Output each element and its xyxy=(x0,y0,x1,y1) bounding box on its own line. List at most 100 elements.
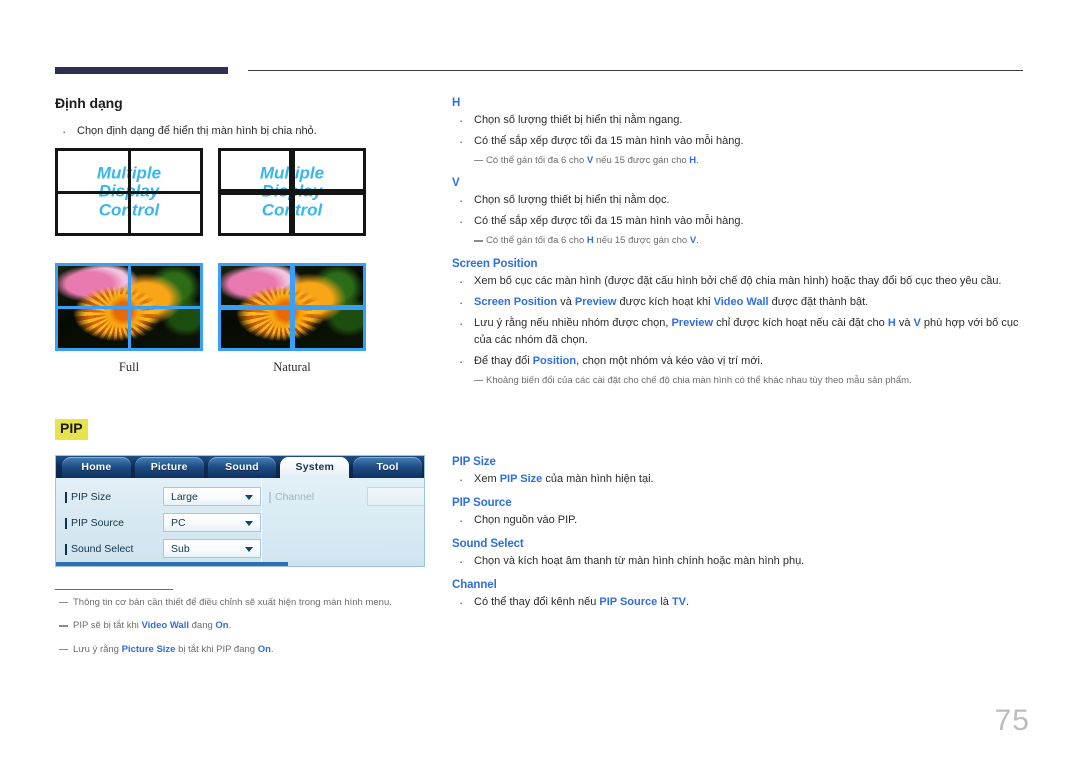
pip-section-badge: PIP xyxy=(55,419,88,440)
footnote-3-mid: bị tắt khi PIP đang xyxy=(175,643,258,655)
diagram-full-photo: Full xyxy=(55,263,203,375)
footnote-1-text: Thông tin cơ bản cần thiết để điều chỉnh… xyxy=(73,597,392,608)
list-item: Có thể thay đổi kênh nếu PIP Source là T… xyxy=(452,593,1027,613)
chevron-down-icon xyxy=(245,546,253,552)
footnote-3-term-picture-size: Picture Size xyxy=(121,643,176,655)
label-channel: Channel xyxy=(268,491,367,503)
page-number: 75 xyxy=(994,704,1030,737)
select-sound-select[interactable]: Sub xyxy=(163,539,261,558)
note-v: Có thể gán tối đa 6 cho H nếu 15 được gá… xyxy=(452,234,1027,248)
video-wall-full-photo xyxy=(55,263,203,351)
heading-pip-source: PIP Source xyxy=(452,497,512,510)
text-and: và xyxy=(557,295,575,308)
list-item: Xem bố cục các màn hình (được đặt cấu hì… xyxy=(452,272,1027,292)
stepper-channel[interactable] xyxy=(367,487,424,506)
wall-divider-horizontal xyxy=(58,190,200,194)
select-sound-select-value: Sub xyxy=(171,542,190,555)
select-pip-source[interactable]: PC xyxy=(163,513,261,532)
term-v: V xyxy=(913,316,921,329)
list-item: Screen Position và Preview được kích hoạ… xyxy=(452,293,1027,313)
v-bullet-list: Chọn số lượng thiết bị hiển thị nằm dọc.… xyxy=(452,191,1027,232)
term-h: H xyxy=(887,316,896,329)
pip-size-bullet-list: Xem PIP Size của màn hình hiện tại. xyxy=(452,470,1027,490)
osd-tab-bar: Home Picture Sound System Tool xyxy=(56,456,424,478)
footnote-1: Thông tin cơ bản cần thiết để điều chỉnh… xyxy=(55,596,435,610)
list-item: Để thay đổi Position, chọn một nhóm và k… xyxy=(452,352,1027,372)
tab-tool[interactable]: Tool xyxy=(353,457,422,478)
term-position: Position xyxy=(532,354,577,367)
footnote-2-post: . xyxy=(228,620,232,632)
tab-system[interactable]: System xyxy=(280,457,350,478)
osd-left-pane: PIP Size Large PIP Source PC Sound Selec… xyxy=(56,478,261,566)
header-rule xyxy=(248,70,1023,71)
osd-row-pip-source: PIP Source PC xyxy=(64,513,261,532)
footnote-2: PIP sẽ bị tắt khi Video Wall đang On. xyxy=(55,619,435,633)
term-video-wall: Video Wall xyxy=(713,295,769,308)
list-item: Có thể sắp xếp được tối đa 15 màn hình v… xyxy=(452,212,1027,232)
channel-bullet-list: Có thể thay đổi kênh nếu PIP Source là T… xyxy=(452,593,1027,613)
text-note-pre: Lưu ý rằng nếu nhiều nhóm được chọn, xyxy=(474,316,672,329)
term-pip-source: PIP Source xyxy=(599,596,658,609)
note-v-post: . xyxy=(696,235,699,247)
osd-row-channel: Channel xyxy=(268,487,424,506)
footnote-3-post: . xyxy=(270,643,274,655)
heading-h: H xyxy=(452,97,461,109)
video-wall-full-text: Multiple Display Control xyxy=(55,148,203,236)
format-bullet-list: Chọn định dạng để hiển thị màn hình bị c… xyxy=(55,122,435,142)
term-preview: Preview xyxy=(574,295,617,308)
footnote-2-term-on: On xyxy=(215,620,229,632)
footnote-rule xyxy=(55,589,173,590)
wall-divider-horizontal xyxy=(58,305,200,309)
select-pip-size[interactable]: Large xyxy=(163,487,261,506)
heading-v: V xyxy=(452,177,460,190)
text-note-and: và xyxy=(895,316,914,329)
text-view: Xem xyxy=(474,473,500,485)
right-column-pip: PIP Size Xem PIP Size của màn hình hiện … xyxy=(452,456,1027,615)
footnote-2-mid: đang xyxy=(189,620,216,632)
list-item: Chọn nguồn vào PIP. xyxy=(452,511,1027,531)
osd-progress-bar xyxy=(56,562,424,566)
diagram-caption-natural: Natural xyxy=(273,360,311,374)
select-pip-size-value: Large xyxy=(171,490,198,503)
note-h-pre: Có thể gán tối đa 6 cho xyxy=(486,155,587,167)
select-pip-source-value: PC xyxy=(171,516,186,529)
tab-home[interactable]: Home xyxy=(62,457,131,478)
term-preview: Preview xyxy=(671,316,714,329)
sound-select-bullet-list: Chọn và kích hoạt âm thanh từ màn hình c… xyxy=(452,552,1027,572)
chevron-down-icon xyxy=(245,520,253,526)
term-screen-position: Screen Position xyxy=(474,295,558,308)
tab-picture[interactable]: Picture xyxy=(134,457,204,478)
diagram-natural-photo: Natural xyxy=(218,263,366,375)
footnote-3: Lưu ý rằng Picture Size bị tắt khi PIP đ… xyxy=(55,643,435,657)
heading-sound-select: Sound Select xyxy=(452,538,524,551)
text-current-screen: của màn hình hiện tại. xyxy=(542,473,654,485)
text-note-mid1: chỉ được kích hoạt nếu cài đặt cho xyxy=(713,316,888,329)
osd-menu-panel: Home Picture Sound System Tool PIP Size … xyxy=(55,455,425,567)
note-h-mid: nếu 15 được gán cho xyxy=(593,155,690,167)
tab-sound[interactable]: Sound xyxy=(207,457,277,478)
text-activated-when: được kích hoạt khi xyxy=(616,295,714,308)
footnote-2-pre: PIP sẽ bị tắt khi xyxy=(73,620,142,632)
osd-right-pane: Channel xyxy=(261,478,424,566)
video-wall-natural-text: Multiple Display Control xyxy=(218,148,366,236)
list-item: Chọn và kích hoạt âm thanh từ màn hình c… xyxy=(452,552,1027,572)
list-item: Lưu ý rằng nếu nhiều nhóm được chọn, Pre… xyxy=(452,314,1027,349)
video-wall-natural-photo xyxy=(218,263,366,351)
footnote-group: Thông tin cơ bản cần thiết để điều chỉnh… xyxy=(55,596,435,666)
list-item: Có thể sắp xếp được tối đa 15 màn hình v… xyxy=(452,132,1027,152)
right-column: H Chọn số lượng thiết bị hiển thị nằm ng… xyxy=(452,97,1027,393)
note-v-pre: Có thể gán tối đa 6 cho xyxy=(486,235,587,247)
footnote-2-term-video-wall: Video Wall xyxy=(141,620,189,632)
term-tv: TV xyxy=(671,596,687,609)
list-item: Xem PIP Size của màn hình hiện tại. xyxy=(452,470,1027,490)
osd-row-pip-size: PIP Size Large xyxy=(64,487,261,506)
list-item: Chọn số lượng thiết bị hiển thị nằm dọc. xyxy=(452,191,1027,211)
wall-divider-horizontal xyxy=(221,304,363,310)
diagram-full-text: Multiple Display Control xyxy=(55,148,203,236)
label-sound-select: Sound Select xyxy=(64,543,163,555)
wall-divider-horizontal xyxy=(221,189,363,195)
page-title: Định dạng xyxy=(55,95,123,111)
note-h: Có thể gán tối đa 6 cho V nếu 15 được gá… xyxy=(452,154,1027,168)
list-item: Chọn định dạng để hiển thị màn hình bị c… xyxy=(55,122,435,142)
text-channel-mid: là xyxy=(657,596,672,609)
